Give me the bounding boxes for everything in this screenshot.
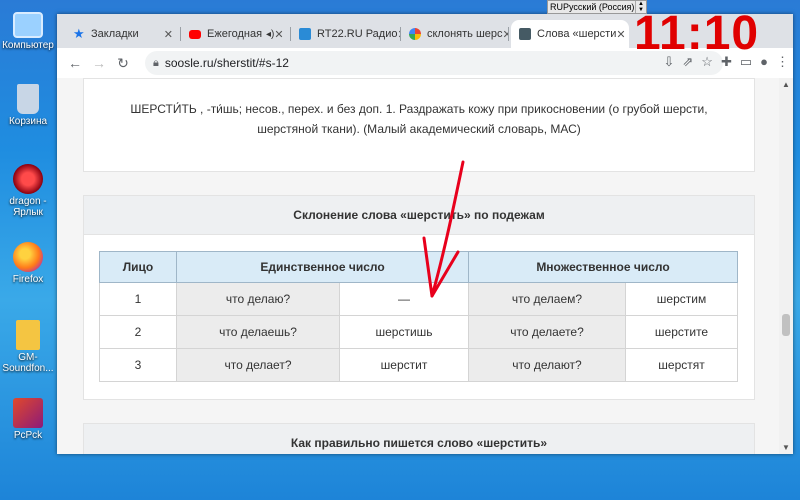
red-arrow-annotation [422,160,465,298]
